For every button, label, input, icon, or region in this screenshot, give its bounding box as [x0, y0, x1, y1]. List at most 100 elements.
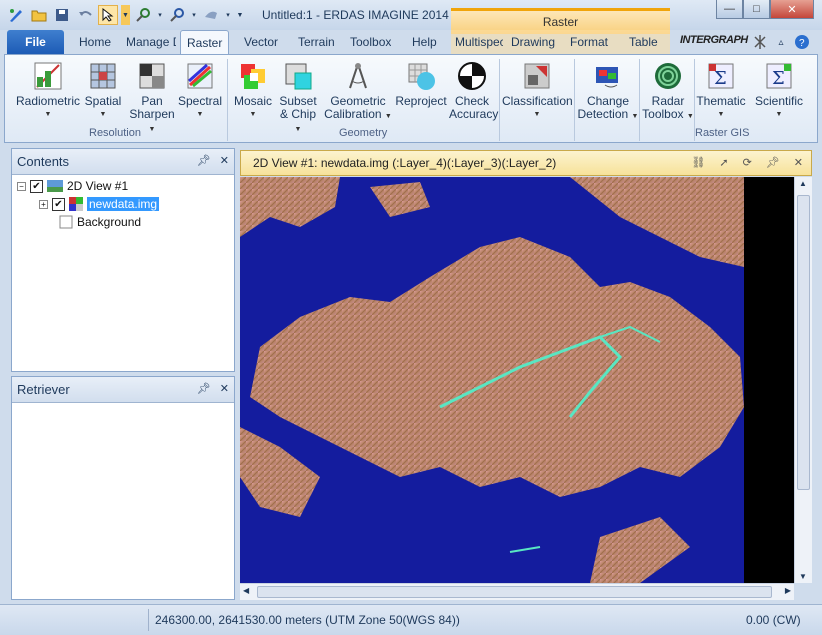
zoom-out-dropdown-icon[interactable]: ▾ [190, 5, 198, 25]
vertical-scrollbar[interactable]: ▲ ▼ [794, 177, 812, 583]
save-icon[interactable] [52, 5, 72, 25]
undo-icon[interactable] [75, 5, 95, 25]
expand-icon[interactable]: + [39, 199, 48, 209]
intergraph-logo: INTERGRAPH [680, 34, 748, 46]
change-detection-button[interactable]: Change Detection ▼ [577, 61, 639, 123]
tab-table[interactable]: Table [629, 35, 658, 49]
tab-toolbox[interactable]: Toolbox [350, 35, 391, 49]
pan-sharpen-icon [137, 61, 167, 91]
pin-icon[interactable]: 📌︎ [197, 382, 211, 395]
ribbon: Radiometric ▼ Spatial ▼ Pan Sharpen ▼ Sp… [4, 54, 818, 143]
help-icon[interactable]: ? [794, 34, 810, 50]
scroll-left-arrow-icon[interactable]: ◀ [243, 586, 249, 595]
contents-panel-title: Contents [17, 154, 70, 169]
spatial-icon [88, 61, 118, 91]
radiometric-icon [33, 61, 63, 91]
check-accuracy-button[interactable]: Check Accuracy [449, 61, 499, 121]
radiometric-button[interactable]: Radiometric ▼ [13, 61, 83, 121]
tab-format[interactable]: Format [570, 35, 608, 49]
sync-icon[interactable]: ⟳ [743, 156, 752, 169]
no-data-area [744, 177, 794, 583]
layer-checkbox[interactable]: ✔ [52, 197, 65, 211]
tab-terrain[interactable]: Terrain [298, 35, 335, 49]
thematic-button[interactable]: Σ Thematic ▼ [695, 61, 747, 121]
tab-multispectral[interactable]: Multispectral [455, 35, 503, 49]
app-icon[interactable] [6, 5, 26, 25]
dropdown-arrow-icon: ▼ [686, 113, 694, 120]
close-icon[interactable]: ✕ [794, 156, 803, 169]
quick-access-toolbar: ▼ ▾ ▾ ▾ ▼ [6, 5, 245, 25]
contents-panel: Contents 📌︎ ✕ − ✔ 2D View #1 + ✔ newdata… [11, 148, 235, 372]
link-icon[interactable]: ⛓︎ [691, 156, 705, 169]
dropdown-arrow-icon: ▼ [717, 111, 725, 118]
scientific-button[interactable]: Σ Scientific ▼ [751, 61, 807, 121]
customize-qat-icon[interactable]: ▼ [235, 5, 245, 25]
tree-item-layer[interactable]: + ✔ newdata.img [39, 197, 160, 211]
mosaic-button[interactable]: Mosaic ▼ [231, 61, 275, 121]
background-label: Background [77, 215, 142, 229]
tab-help[interactable]: Help [412, 35, 437, 49]
map-canvas[interactable] [240, 177, 794, 583]
reproject-icon [406, 61, 436, 91]
tree-item-background[interactable]: Background [59, 215, 141, 229]
collapse-icon[interactable]: − [17, 181, 26, 191]
tab-vector[interactable]: Vector [244, 35, 278, 49]
vertical-scroll-thumb[interactable] [797, 195, 810, 490]
maximize-button[interactable]: □ [743, 0, 770, 19]
reproject-label: Reproject [395, 94, 447, 108]
minimize-ribbon-icon[interactable]: ▵ [773, 34, 789, 50]
dropdown-arrow-icon: ▼ [631, 113, 639, 120]
reproject-button[interactable]: Reproject [393, 61, 449, 108]
scroll-right-arrow-icon[interactable]: ▶ [785, 586, 791, 595]
dropdown-arrow-icon: ▼ [44, 111, 52, 118]
spectral-button[interactable]: Spectral ▼ [177, 61, 223, 121]
tab-manage-data[interactable]: Manage Data [126, 35, 176, 49]
scroll-down-arrow-icon[interactable]: ▼ [799, 572, 807, 581]
close-icon[interactable]: ✕ [220, 154, 229, 167]
view-checkbox[interactable]: ✔ [30, 179, 43, 193]
dropdown-arrow-icon: ▼ [148, 126, 156, 133]
dropdown-arrow-icon: ▼ [775, 111, 783, 118]
window-title: Untitled:1 - ERDAS IMAGINE 2014 [262, 8, 449, 22]
zoom-in-icon[interactable] [133, 5, 153, 25]
file-tab[interactable]: File [7, 30, 64, 54]
geometric-calibration-button[interactable]: Geometric Calibration ▼ [323, 61, 393, 123]
subset-chip-button[interactable]: Subset & Chip ▼ [275, 61, 321, 136]
spatial-button[interactable]: Spatial ▼ [81, 61, 125, 121]
title-bar: ▼ ▾ ▾ ▾ ▼ Untitled:1 - ERDAS IMAGINE 201… [0, 0, 822, 34]
scroll-up-arrow-icon[interactable]: ▲ [799, 179, 807, 188]
dropdown-arrow-icon[interactable]: ▼ [121, 5, 130, 25]
tab-home[interactable]: Home [79, 35, 111, 49]
horizontal-scrollbar[interactable]: ◀ ▶ [240, 583, 794, 600]
scientific-sigma-icon: Σ [764, 61, 794, 91]
radar-toolbox-button[interactable]: Radar Toolbox ▼ [641, 61, 695, 123]
close-icon[interactable]: ✕ [220, 382, 229, 395]
pan-hand-icon[interactable] [201, 5, 221, 25]
background-icon [59, 215, 73, 229]
pan-sharpen-button[interactable]: Pan Sharpen ▼ [127, 61, 177, 136]
dropdown-arrow-icon: ▼ [384, 113, 392, 120]
check-label-line2: Accuracy [449, 107, 499, 121]
tab-drawing[interactable]: Drawing [511, 35, 555, 49]
classification-button[interactable]: Classification ▼ [502, 61, 573, 121]
minimize-button[interactable]: — [716, 0, 743, 19]
pan-dropdown-icon[interactable]: ▾ [224, 5, 232, 25]
close-button[interactable]: ✕ [770, 0, 814, 19]
horizontal-scroll-thumb[interactable] [257, 586, 772, 598]
zoom-dropdown-icon[interactable]: ▾ [156, 5, 164, 25]
open-folder-icon[interactable] [29, 5, 49, 25]
send-icon[interactable]: ➚ [719, 156, 728, 169]
compass-icon [343, 61, 373, 91]
tab-raster[interactable]: Raster [180, 30, 230, 55]
select-pointer-icon[interactable] [98, 5, 118, 25]
change-detection-icon [593, 61, 623, 91]
group-separator [574, 59, 575, 141]
spectral-label: Spectral [177, 94, 223, 108]
zoom-out-icon[interactable] [167, 5, 187, 25]
pin-icon[interactable]: 📌︎ [766, 156, 780, 169]
spatial-label: Spatial [84, 94, 122, 108]
tree-item-2d-view[interactable]: − ✔ 2D View #1 [17, 179, 128, 193]
svg-text:Σ: Σ [772, 68, 785, 89]
pin-icon[interactable]: 📌︎ [197, 154, 211, 167]
raster-layer-icon [69, 197, 83, 211]
